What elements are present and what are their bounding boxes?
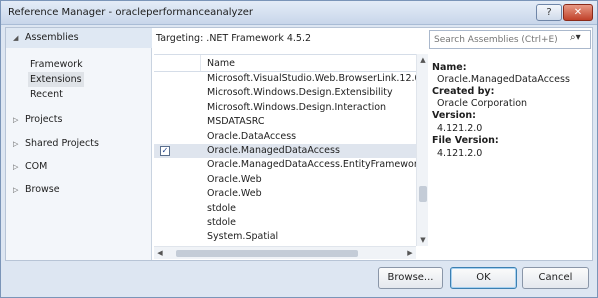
list-rows: Microsoft.VisualStudio.Web.BrowserLink.1… [154,72,416,248]
assembly-name: Microsoft.Windows.Design.Interaction [207,101,387,113]
name-column-header[interactable]: Name [207,58,235,69]
search-input[interactable] [430,31,566,48]
nav-browse[interactable]: ▷ Browse [6,180,152,200]
collapsed-arrow-icon: ▷ [13,163,19,171]
search-box[interactable]: ⌕▾ [429,30,591,49]
search-icon[interactable]: ⌕▾ [570,32,590,47]
category-nav: ◢ Assemblies Framework Extensions Recent … [6,28,152,260]
title-bar[interactable]: Reference Manager - oracleperformanceana… [1,1,597,25]
close-button[interactable]: ✕ [563,4,593,21]
help-button[interactable]: ? [536,4,562,21]
assembly-list: Name Microsoft.VisualStudio.Web.BrowserL… [154,54,416,260]
nav-com-label: COM [25,161,48,172]
vertical-scroll-thumb[interactable] [419,186,427,202]
assembly-row[interactable]: Oracle.Web [154,187,416,201]
window-title: Reference Manager - oracleperformanceana… [8,7,253,18]
nav-shared-projects[interactable]: ▷ Shared Projects [6,134,152,154]
detail-file-version-label: File Version: [432,135,499,146]
targeting-label: Targeting: .NET Framework 4.5.2 [156,33,312,44]
nav-assemblies-label: Assemblies [25,32,79,43]
horizontal-scrollbar[interactable]: ◀ ▶ [154,246,416,259]
nav-assemblies[interactable]: ◢ Assemblies [6,28,152,48]
assembly-name: stdole [207,202,237,214]
assembly-row[interactable]: Microsoft.Windows.Design.Interaction [154,101,416,115]
scroll-right-arrow-icon[interactable]: ▶ [404,247,416,259]
details-panel: Name: Oracle.ManagedDataAccess Created b… [428,54,592,260]
reference-manager-window: Reference Manager - oracleperformanceana… [0,0,598,298]
detail-name-label: Name: [432,62,467,73]
assembly-name: stdole [207,217,237,228]
assembly-row[interactable]: System.Spatial [154,230,416,244]
detail-created-value: Oracle Corporation [437,98,528,109]
assembly-row[interactable]: ✓ Oracle.ManagedDataAccess [154,144,416,159]
assembly-name: Microsoft.Windows.Design.Extensibility [207,87,393,99]
detail-name-value: Oracle.ManagedDataAccess [437,74,570,85]
nav-extensions[interactable]: Extensions [28,72,84,87]
assembly-row[interactable]: Oracle.DataAccess [154,130,416,144]
cancel-button[interactable]: Cancel [522,267,589,289]
detail-version-label: Version: [432,110,476,121]
nav-com[interactable]: ▷ COM [6,157,152,177]
assembly-name: Oracle.Web [207,173,262,185]
detail-created-label: Created by: [432,86,495,97]
detail-file-version-value: 4.121.2.0 [437,148,483,159]
horizontal-scroll-thumb[interactable] [176,250,358,257]
nav-recent[interactable]: Recent [28,87,65,102]
nav-shared-projects-label: Shared Projects [25,138,99,149]
row-checkbox[interactable]: ✓ [160,146,170,156]
assembly-row[interactable]: Oracle.ManagedDataAccess.EntityFramework [154,158,416,172]
nav-projects-label: Projects [25,114,63,125]
nav-framework[interactable]: Framework [28,57,85,72]
assembly-row[interactable]: MSDATASRC [154,115,416,129]
assembly-row[interactable]: stdole [154,202,416,216]
collapsed-arrow-icon: ▷ [13,186,19,194]
assembly-name: Oracle.Web [207,188,262,200]
nav-projects[interactable]: ▷ Projects [6,110,152,130]
assembly-row[interactable]: Oracle.Web [154,173,416,187]
dialog-body: ◢ Assemblies Framework Extensions Recent … [5,27,593,261]
assembly-name: System.Spatial [207,231,279,243]
detail-version-value: 4.121.2.0 [437,123,483,134]
collapsed-arrow-icon: ▷ [13,116,19,124]
assembly-name: Microsoft.VisualStudio.Web.BrowserLink.1… [207,73,416,84]
checkbox-column-header[interactable] [154,55,201,71]
nav-browse-label: Browse [25,184,60,195]
assembly-row[interactable]: Microsoft.Windows.Design.Extensibility [154,86,416,100]
assembly-name: Oracle.DataAccess [207,130,297,142]
scroll-left-arrow-icon[interactable]: ◀ [154,247,166,259]
collapsed-arrow-icon: ▷ [13,140,19,148]
list-header: Name [154,55,416,72]
vertical-scrollbar[interactable]: ▲ ▼ [416,54,428,246]
ok-button[interactable]: OK [450,267,517,289]
expanded-arrow-icon: ◢ [13,34,19,42]
assembly-name: MSDATASRC [207,116,265,128]
assembly-row[interactable]: stdole [154,216,416,230]
assembly-name: Oracle.ManagedDataAccess.EntityFramework [207,159,416,171]
assembly-name: Oracle.ManagedDataAccess [207,145,340,156]
assembly-row[interactable]: Microsoft.VisualStudio.Web.BrowserLink.1… [154,72,416,86]
browse-button[interactable]: Browse... [378,267,443,289]
